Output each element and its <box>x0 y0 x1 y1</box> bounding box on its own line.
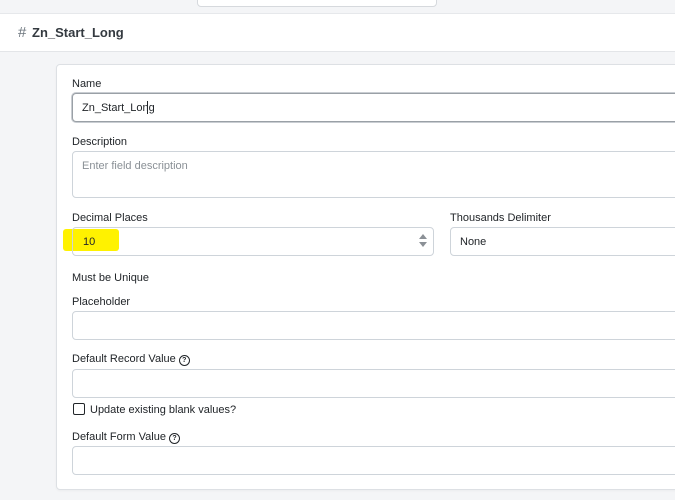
top-strip <box>0 0 675 14</box>
default-form-value-label: Default Form Value? <box>72 431 180 444</box>
update-blank-label[interactable]: Update existing blank values? <box>90 404 236 416</box>
spin-down-icon[interactable] <box>419 242 427 247</box>
default-record-value-text: Default Record Value <box>72 353 176 365</box>
number-spinner[interactable] <box>419 234 428 250</box>
field-header: # Zn_Start_Long <box>0 14 675 52</box>
name-input[interactable] <box>72 93 675 122</box>
thousands-delimiter-label: Thousands Delimiter <box>450 212 551 224</box>
must-be-unique-label: Must be Unique <box>72 272 150 284</box>
thousands-delimiter-select[interactable]: None <box>450 227 675 256</box>
top-search-input-edge[interactable] <box>197 0 437 7</box>
placeholder-label: Placeholder <box>72 296 131 308</box>
decimal-places-input[interactable]: 10 <box>72 227 434 256</box>
name-label: Name <box>72 78 102 90</box>
text-caret <box>147 101 148 114</box>
placeholder-input[interactable] <box>72 311 675 340</box>
default-form-value-input[interactable] <box>72 446 675 475</box>
description-textarea[interactable] <box>72 151 675 198</box>
thousands-delimiter-value: None <box>460 236 487 248</box>
hash-icon: # <box>18 24 27 41</box>
default-record-value-label: Default Record Value? <box>72 353 190 366</box>
default-form-value-text: Default Form Value <box>72 431 166 443</box>
help-icon[interactable]: ? <box>178 355 190 366</box>
decimal-places-label: Decimal Places <box>72 212 148 224</box>
description-label: Description <box>72 136 128 148</box>
default-record-value-input[interactable] <box>72 369 675 398</box>
page-title: Zn_Start_Long <box>32 25 124 40</box>
help-icon[interactable]: ? <box>168 433 180 444</box>
decimal-places-value: 10 <box>83 236 96 248</box>
update-blank-checkbox[interactable] <box>73 403 85 415</box>
spin-up-icon[interactable] <box>419 234 427 239</box>
